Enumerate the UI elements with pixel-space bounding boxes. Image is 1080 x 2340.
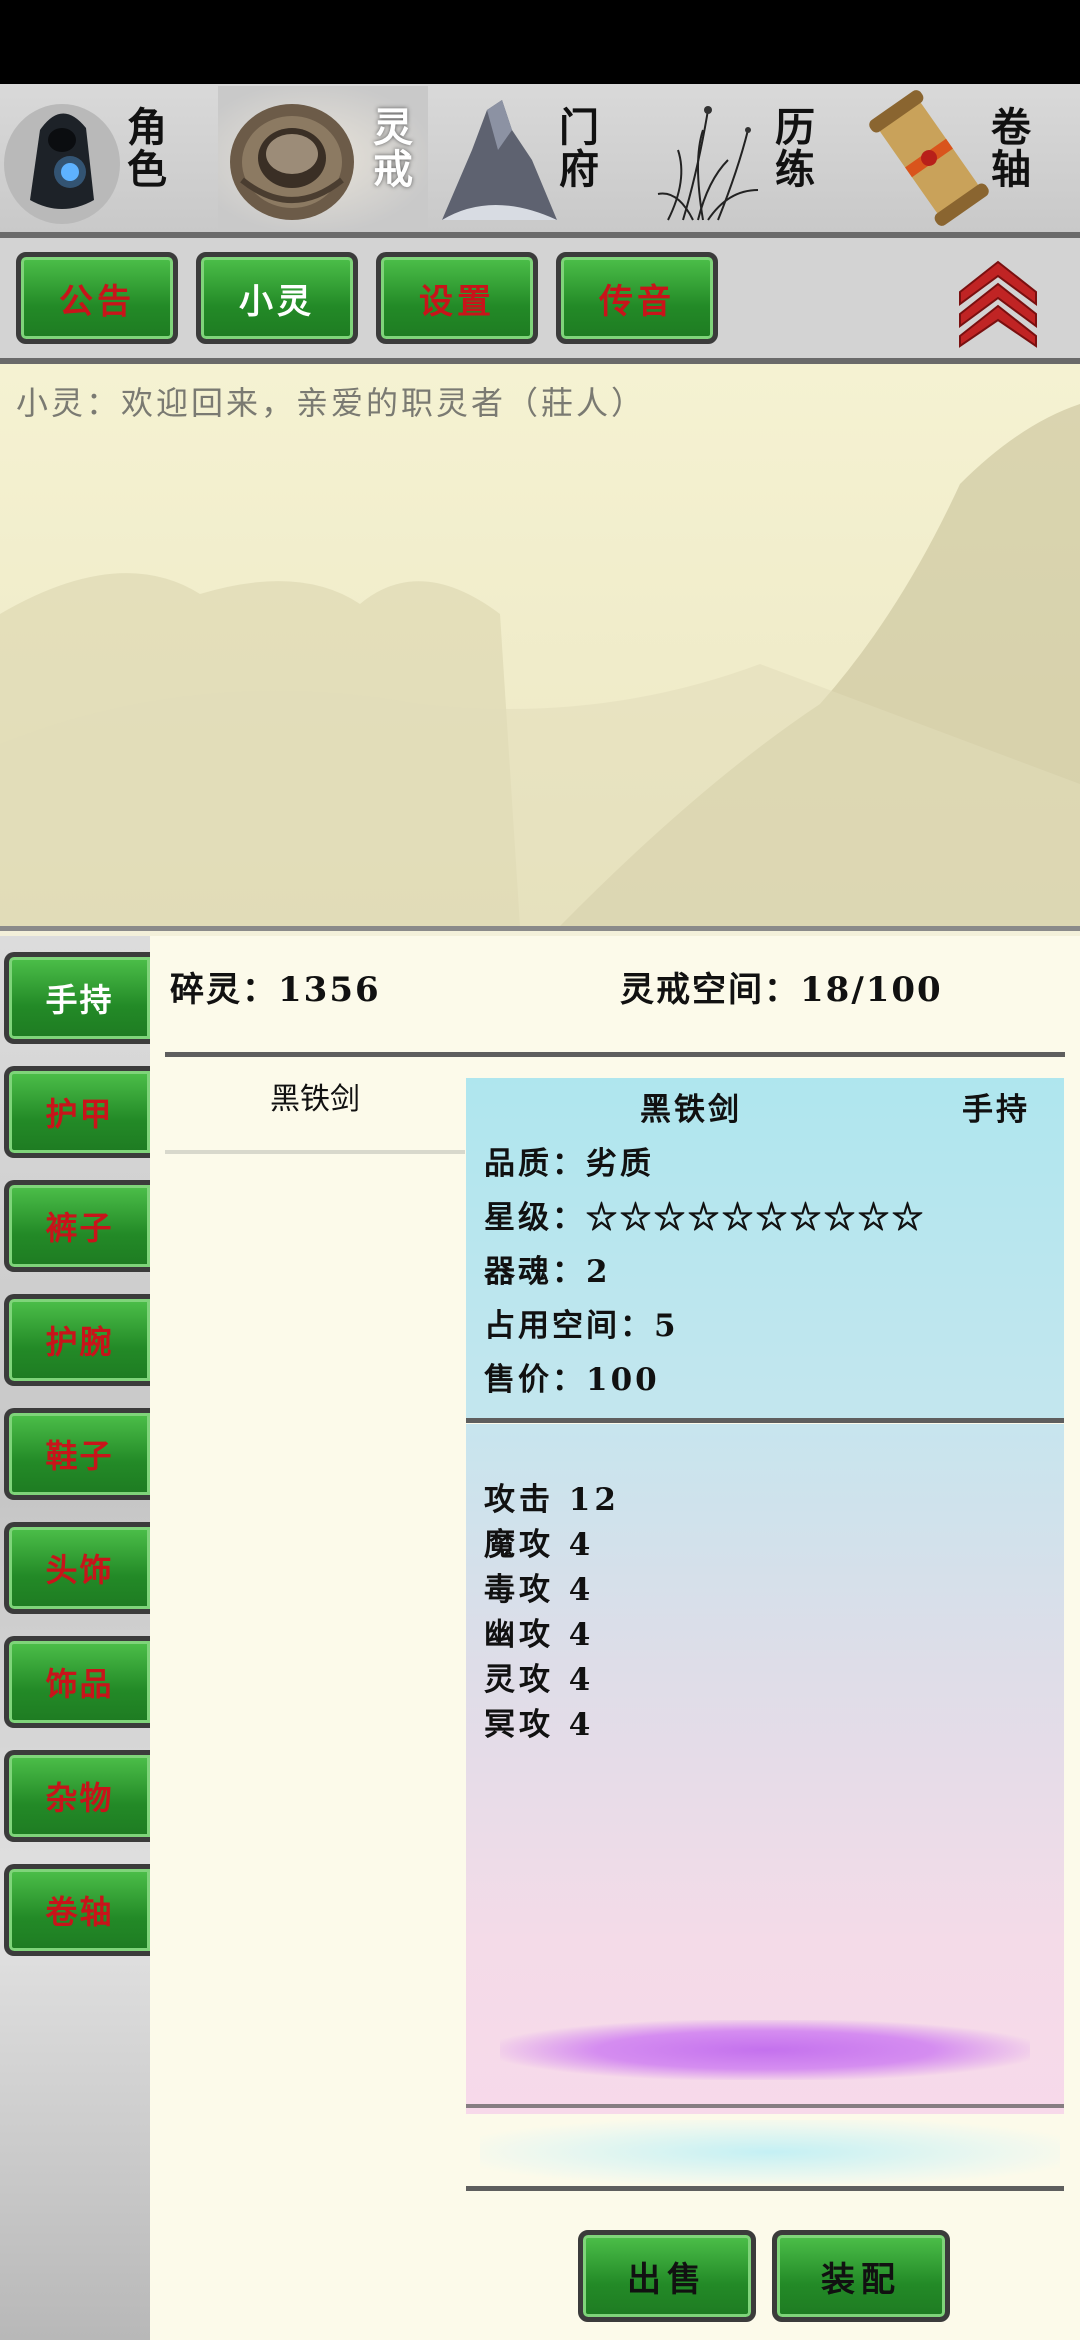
attribute-spirit: 灵攻 4 [484, 1662, 595, 1698]
attribute-ghost: 幽攻 4 [484, 1617, 595, 1653]
announcement-button[interactable]: 公告 [16, 252, 178, 344]
attribute-attack: 攻击 12 [484, 1482, 620, 1518]
glow-effect [480, 2120, 1060, 2184]
side-tab-bracers[interactable]: 护腕 [4, 1294, 150, 1386]
xiaoling-button[interactable]: 小灵 [196, 252, 358, 344]
attribute-nether: 冥攻 4 [484, 1707, 595, 1743]
fragments-count: 碎灵：1356 [170, 970, 381, 1010]
nav-label: 角色 [120, 106, 167, 190]
quality-glow [500, 2020, 1030, 2080]
attribute-magic: 魔攻 4 [484, 1527, 595, 1563]
nav-item-sect[interactable]: 门府 [432, 84, 648, 232]
divider [466, 2104, 1064, 2108]
nav-label: 灵戒 [366, 106, 413, 190]
side-tab-armor[interactable]: 护甲 [4, 1066, 150, 1158]
ring-icon [230, 104, 354, 220]
toolbar: 公告 小灵 设置 传音 [0, 238, 1080, 358]
message-panel: 小灵：欢迎回来，亲爱的职灵者（莊人） [0, 364, 1080, 926]
item-quality: 品质：劣质 [484, 1146, 654, 1182]
attribute-poison: 毒攻 4 [484, 1572, 595, 1608]
status-bar [0, 0, 1080, 84]
nav-item-character[interactable]: 角色 [0, 84, 216, 232]
item-space: 占用空间：5 [484, 1308, 679, 1344]
item-slot: 手持 [962, 1092, 1030, 1128]
item-name: 黑铁剑 [640, 1092, 742, 1128]
side-tab-misc[interactable]: 杂物 [4, 1750, 150, 1842]
divider [0, 926, 1080, 931]
nav-item-ring[interactable]: 灵戒 [216, 84, 432, 232]
chevron-up-icon[interactable] [950, 252, 1046, 348]
grass-icon [657, 106, 759, 221]
item-soul: 器魂：2 [484, 1254, 611, 1290]
scroll-icon [869, 90, 989, 226]
inventory-item[interactable]: 黑铁剑 [165, 1074, 465, 1118]
mountain-icon [442, 100, 557, 220]
nav-item-scroll[interactable]: 卷轴 [864, 84, 1080, 232]
welcome-message: 小灵：欢迎回来，亲爱的职灵者（莊人） [16, 384, 647, 422]
nav-label: 卷轴 [984, 106, 1031, 190]
nav-label: 门府 [552, 106, 599, 190]
nav-label: 历练 [768, 106, 815, 190]
side-tab-accessory[interactable]: 饰品 [4, 1636, 150, 1728]
item-price: 售价：100 [484, 1362, 660, 1398]
item-stars: 星级：☆☆☆☆☆☆☆☆☆☆ [484, 1200, 926, 1236]
side-tab-pants[interactable]: 裤子 [4, 1180, 150, 1272]
nav-item-training[interactable]: 历练 [648, 84, 864, 232]
divider [165, 1052, 1065, 1057]
side-tab-handheld[interactable]: 手持 [4, 952, 150, 1044]
divider [466, 1418, 1064, 1423]
list-separator [165, 1150, 465, 1154]
hooded-figure-icon [4, 104, 120, 224]
message-button[interactable]: 传音 [556, 252, 718, 344]
divider [466, 2186, 1064, 2191]
mountain-background [0, 404, 1080, 926]
side-tab-headwear[interactable]: 头饰 [4, 1522, 150, 1614]
ring-space: 灵戒空间：18/100 [620, 970, 943, 1010]
side-tab-shoes[interactable]: 鞋子 [4, 1408, 150, 1500]
sell-button[interactable]: 出售 [578, 2230, 756, 2322]
top-nav: 角色 灵戒 门府 历练 卷轴 [0, 84, 1080, 232]
settings-button[interactable]: 设置 [376, 252, 538, 344]
equip-button[interactable]: 装配 [772, 2230, 950, 2322]
side-tab-scroll[interactable]: 卷轴 [4, 1864, 150, 1956]
